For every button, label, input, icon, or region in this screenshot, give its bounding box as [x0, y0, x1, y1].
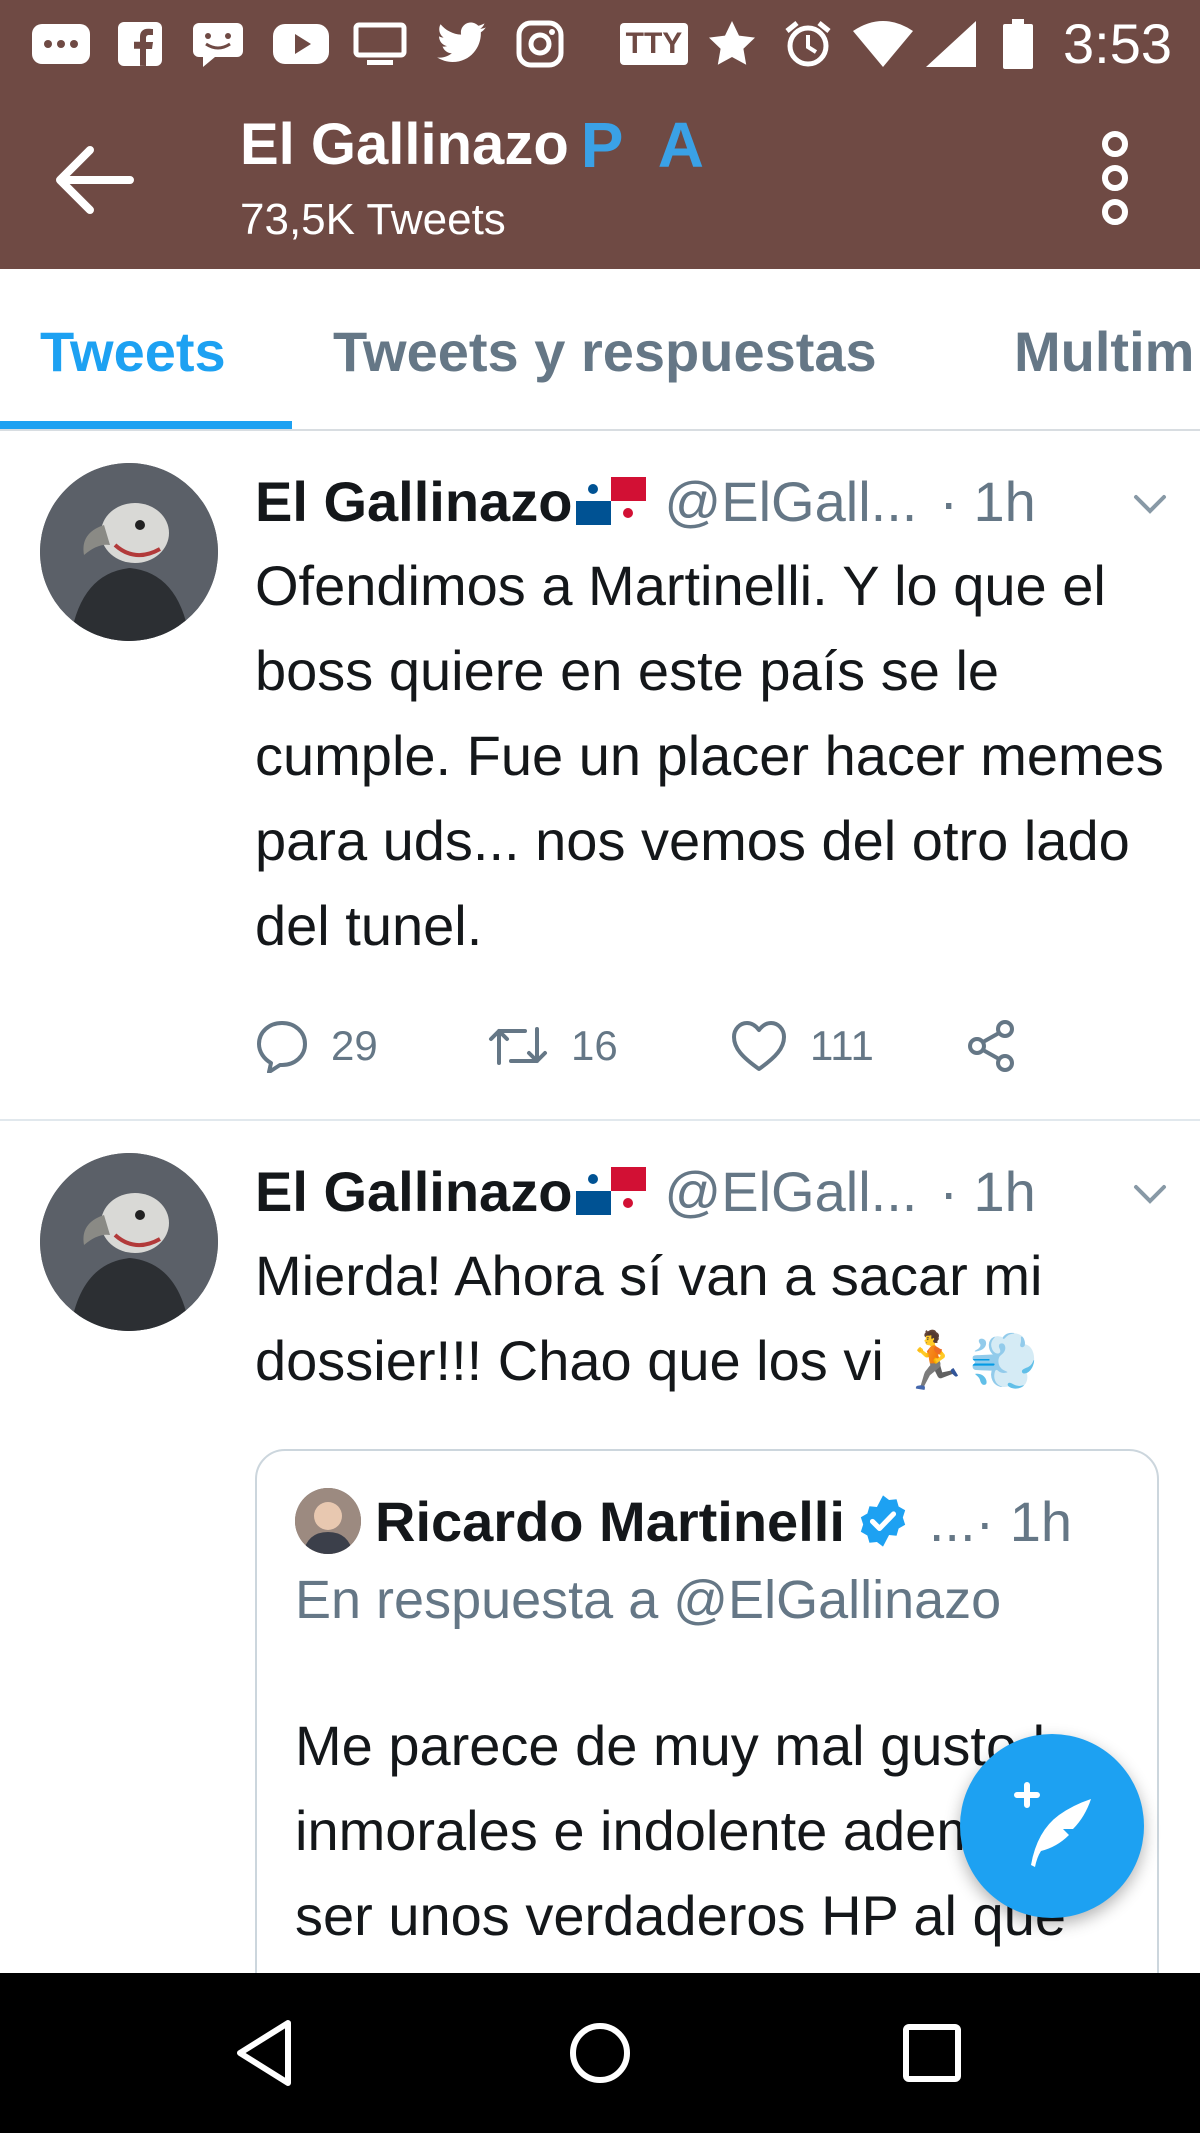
facebook-icon	[116, 20, 164, 68]
status-time: 3:53	[1063, 12, 1172, 75]
retweet-button[interactable]: 16	[487, 1019, 618, 1073]
verified-badge-icon	[860, 1495, 906, 1547]
tab-tweets-replies[interactable]: Tweets y respuestas	[333, 319, 877, 384]
panama-flag-icon	[576, 1167, 647, 1215]
quoted-author-name: Ricardo Martinelli	[375, 1489, 845, 1553]
youtube-icon	[272, 20, 330, 68]
quoted-reply-context: En respuesta a @ElGallinazo	[295, 1570, 1002, 1630]
chevron-down-icon[interactable]	[1130, 483, 1170, 523]
nav-home-button[interactable]	[560, 2013, 640, 2093]
panama-flag-icon	[576, 477, 647, 525]
overflow-menu-button[interactable]	[1090, 128, 1140, 228]
screen-icon	[352, 20, 408, 68]
profile-tabs: Tweets Tweets y respuestas Multim	[0, 269, 1200, 431]
twitter-icon	[434, 20, 490, 68]
nav-back-icon	[237, 2020, 291, 2086]
nav-home-icon	[570, 2023, 630, 2083]
tweet-timestamp: · 1h	[939, 1159, 1036, 1223]
tweet-text: Ofendimos a Martinelli. Y lo que el boss…	[255, 554, 1164, 957]
tty-label: TTY	[619, 23, 689, 65]
tweet-author-name[interactable]: El Gallinazo	[255, 1159, 572, 1224]
back-button[interactable]	[50, 142, 140, 218]
tweet-actions: 29 16 111	[255, 1019, 1055, 1089]
heart-icon	[732, 1021, 786, 1071]
tweet-count: 73,5K Tweets	[240, 195, 506, 244]
avatar[interactable]	[40, 1153, 218, 1331]
nav-back-button[interactable]	[228, 2013, 308, 2093]
tweet-text: Mierda! Ahora sí van a sacar mi dossier!…	[255, 1244, 1043, 1392]
chevron-down-icon[interactable]	[1130, 1173, 1170, 1213]
active-tab-indicator	[0, 421, 292, 429]
battery-icon	[1000, 19, 1036, 69]
retweet-icon	[489, 1027, 547, 1065]
tab-multimedia[interactable]: Multim	[1014, 319, 1194, 384]
android-nav-bar	[0, 1973, 1200, 2133]
reply-count: 29	[331, 1022, 378, 1069]
wifi-icon	[852, 20, 914, 68]
quoted-timestamp: ...· 1h	[928, 1489, 1073, 1553]
vulture-avatar-icon	[40, 463, 218, 641]
tweet-header: El Gallinazo @ElGall... · 1h	[255, 461, 1165, 541]
tweet-author-handle[interactable]: @ElGall...	[664, 1159, 917, 1224]
compose-tweet-button[interactable]	[960, 1734, 1144, 1918]
tty-icon: TTY	[614, 20, 694, 68]
like-button[interactable]: 111	[730, 1019, 874, 1073]
tweet-author-name[interactable]: El Gallinazo	[255, 469, 572, 534]
avatar[interactable]	[40, 463, 218, 641]
instagram-icon	[514, 20, 566, 68]
share-icon	[968, 1020, 1014, 1072]
star-icon	[706, 20, 758, 68]
retweet-count: 16	[571, 1022, 618, 1069]
like-count: 111	[810, 1022, 874, 1069]
alarm-icon	[782, 20, 834, 68]
share-button[interactable]	[965, 1019, 1019, 1073]
reply-icon	[257, 1021, 307, 1073]
profile-title: El Gallinazo P A	[240, 110, 714, 180]
profile-header: El Gallinazo P A 73,5K Tweets	[0, 88, 1200, 269]
profile-name-flag: P A	[580, 109, 714, 181]
signal-icon	[924, 20, 978, 68]
nav-recents-button[interactable]	[892, 2013, 972, 2093]
tab-tweets[interactable]: Tweets	[40, 319, 226, 384]
vulture-avatar-icon	[40, 1153, 218, 1331]
messages-icon	[30, 20, 92, 68]
tweet-header: El Gallinazo @ElGall... · 1h	[255, 1151, 1165, 1231]
quoted-avatar	[295, 1488, 361, 1554]
person-avatar-icon	[295, 1488, 361, 1554]
tweet[interactable]: El Gallinazo @ElGall... · 1h Ofendimos a…	[0, 431, 1200, 1121]
quoted-tweet-header: Ricardo Martinelli ...· 1h	[295, 1481, 1072, 1561]
tweet-timestamp: · 1h	[939, 469, 1036, 533]
profile-name: El Gallinazo	[240, 112, 569, 177]
tweet-author-handle[interactable]: @ElGall...	[664, 469, 917, 534]
back-arrow-icon	[56, 146, 134, 214]
nav-recents-icon	[903, 2024, 961, 2082]
status-bar: TTY 3:53	[0, 0, 1200, 88]
chat-icon	[190, 20, 246, 68]
compose-feather-icon	[1014, 1782, 1091, 1867]
more-vertical-icon	[1102, 131, 1128, 225]
reply-button[interactable]: 29	[255, 1019, 378, 1073]
